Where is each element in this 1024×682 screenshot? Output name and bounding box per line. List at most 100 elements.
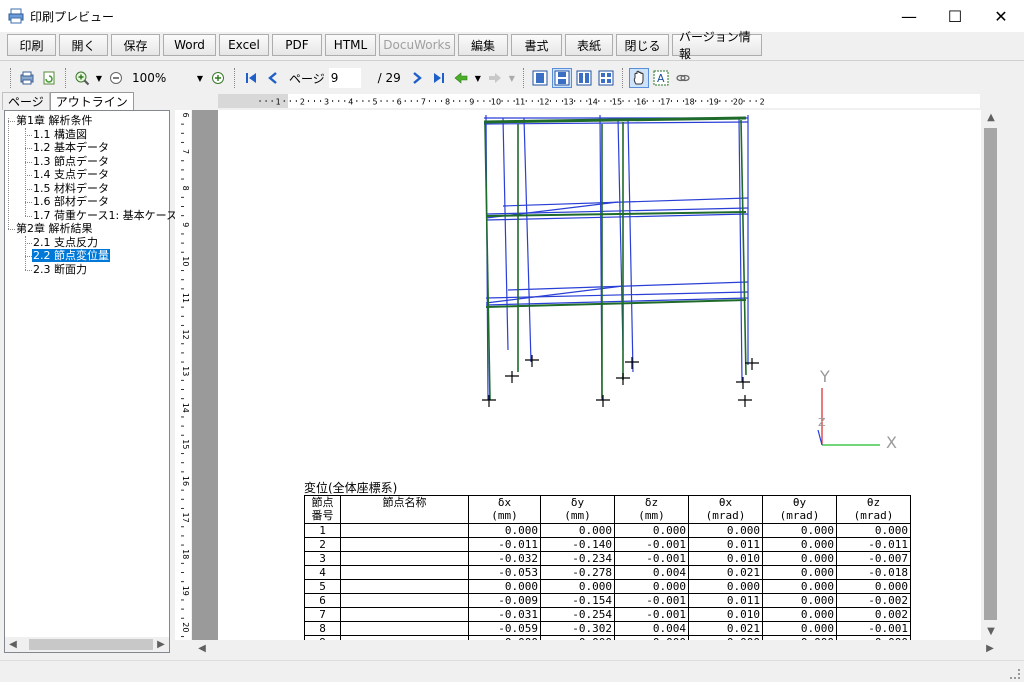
scrollbar-thumb[interactable]: [984, 128, 997, 620]
ruler-tick-label: 16: [181, 476, 190, 486]
zoom-in-circle-icon[interactable]: [208, 68, 228, 88]
forward-dropdown-icon[interactable]: ▼: [507, 68, 517, 88]
toolbar-button-7[interactable]: DocuWorks: [379, 34, 455, 56]
tree-connector: [25, 235, 26, 270]
horizontal-ruler: 1 2 3 4 5 6 7 8 9 10 11 12 13 14 15 16 17 18 19 20 2: [218, 94, 980, 108]
toolbar-button-0[interactable]: 印刷: [7, 34, 56, 56]
back-arrow-icon[interactable]: [451, 68, 471, 88]
zoom-dropdown-icon[interactable]: ▼: [94, 68, 104, 88]
table-cell: 0.000: [762, 607, 837, 622]
toolbar-grip[interactable]: [10, 68, 13, 88]
tree-connector: [25, 202, 32, 203]
table-cell: 0.000: [614, 523, 689, 538]
table-cell: [340, 551, 469, 566]
table-cell: 0.011: [688, 593, 763, 608]
print-setup-icon[interactable]: [17, 68, 37, 88]
scroll-left-icon[interactable]: ◀: [5, 637, 21, 652]
single-page-view-icon[interactable]: [530, 68, 550, 88]
scroll-left-icon[interactable]: ◀: [194, 641, 210, 656]
table-cell: 0.000: [614, 579, 689, 594]
next-page-icon[interactable]: [407, 68, 427, 88]
column-header-unit: (mm): [491, 509, 518, 522]
maximize-button[interactable]: ☐: [932, 0, 978, 32]
close-button[interactable]: ✕: [978, 0, 1024, 32]
table-cell: 0.000: [540, 523, 615, 538]
tree-item[interactable]: 2.1 支点反力: [32, 236, 99, 249]
toolbar-button-8[interactable]: 編集: [458, 34, 508, 56]
tree-item[interactable]: 1.4 支点データ: [32, 168, 110, 181]
hand-tool-icon[interactable]: [628, 68, 649, 88]
toolbar-button-1[interactable]: 開く: [59, 34, 108, 56]
tree-item[interactable]: 1.6 部材データ: [32, 195, 110, 208]
table-cell: -0.278: [540, 565, 615, 580]
tree-item[interactable]: 2.2 節点変位量: [32, 249, 110, 262]
column-header-top: θy: [792, 496, 807, 509]
page-number-input[interactable]: 9: [328, 68, 361, 88]
column-header: 節点名称: [340, 495, 469, 524]
ruler-tick-label: 4: [348, 98, 353, 107]
toolbar-button-5[interactable]: PDF: [272, 34, 322, 56]
resize-grip[interactable]: [1010, 669, 1020, 679]
table-cell: 7: [304, 607, 341, 622]
back-dropdown-icon[interactable]: ▼: [473, 68, 483, 88]
column-header: 節点 番号: [304, 495, 341, 524]
scrollbar-thumb[interactable]: [29, 639, 153, 650]
tree-item[interactable]: 1.1 構造図: [32, 128, 88, 141]
toolbar-grip[interactable]: [234, 68, 237, 88]
toolbar-grip[interactable]: [621, 68, 625, 88]
table-cell: 2: [304, 537, 341, 552]
outline-horizontal-scrollbar[interactable]: ◀ ▶: [5, 637, 169, 652]
column-header-top: δy: [570, 496, 585, 509]
ruler-tick-label: 20: [733, 98, 743, 107]
toolbar-button-9[interactable]: 書式: [511, 34, 562, 56]
zoom-level-select[interactable]: 100%: [128, 68, 184, 88]
table-cell: -0.002: [836, 593, 911, 608]
toolbar-button-10[interactable]: 表紙: [565, 34, 613, 56]
table-cell: [340, 621, 469, 636]
link-icon[interactable]: [673, 68, 693, 88]
tree-item[interactable]: 1.7 荷重ケース1: 基本ケース: [32, 209, 178, 222]
preview-area[interactable]: Y Z X 変位(全体座標系) 節点 番号 節点名称 δx (mm) δy (mm) δz (m…: [192, 110, 981, 640]
table-row: 2 -0.011 -0.140 -0.001 0.011 0.000 -0.011: [304, 537, 911, 552]
zoom-out-icon[interactable]: [106, 68, 126, 88]
toolbar-button-2[interactable]: 保存: [111, 34, 160, 56]
preview-vertical-scrollbar[interactable]: ▲ ▼: [981, 110, 1000, 640]
tree-chapter[interactable]: 第2章 解析結果: [15, 222, 94, 235]
tree-chapter[interactable]: 第1章 解析条件: [15, 114, 94, 127]
tab-outline[interactable]: アウトライン: [49, 92, 134, 110]
two-page-view-icon[interactable]: [574, 68, 594, 88]
ruler-tick-label: 18: [685, 98, 695, 107]
toolbar-grip[interactable]: [522, 68, 526, 88]
forward-arrow-icon[interactable]: [485, 68, 505, 88]
first-page-icon[interactable]: [241, 68, 261, 88]
zoom-in-icon[interactable]: [72, 68, 92, 88]
multi-page-view-icon[interactable]: [596, 68, 616, 88]
text-select-icon[interactable]: A: [651, 68, 671, 88]
previous-page-icon[interactable]: [263, 68, 283, 88]
tree-item[interactable]: 1.3 節点データ: [32, 155, 110, 168]
ruler-tick-label: 12: [181, 330, 190, 340]
minimize-button[interactable]: —: [886, 0, 932, 32]
scroll-right-icon[interactable]: ▶: [982, 641, 998, 656]
tree-item[interactable]: 2.3 断面力: [32, 263, 88, 276]
scroll-right-icon[interactable]: ▶: [153, 637, 169, 652]
scroll-up-icon[interactable]: ▲: [983, 110, 999, 125]
tab-pages[interactable]: ページ: [2, 92, 50, 110]
ruler-tick-label: 9: [469, 98, 474, 107]
table-cell: 0.002: [836, 607, 911, 622]
scroll-down-icon[interactable]: ▼: [983, 624, 999, 639]
refresh-icon[interactable]: [39, 68, 59, 88]
toolbar-grip[interactable]: [65, 68, 68, 88]
tree-item[interactable]: 1.2 基本データ: [32, 141, 110, 154]
toolbar-button-12[interactable]: バージョン情報: [672, 30, 762, 61]
chevron-down-icon[interactable]: ▼: [194, 68, 206, 88]
toolbar-button-4[interactable]: Excel: [219, 34, 269, 56]
toolbar-button-3[interactable]: Word: [163, 34, 216, 56]
continuous-view-icon[interactable]: [551, 68, 572, 88]
preview-horizontal-scrollbar[interactable]: ◀ ▶: [192, 640, 1000, 657]
toolbar-button-6[interactable]: HTML: [325, 34, 376, 56]
tree-item[interactable]: 1.5 材料データ: [32, 182, 110, 195]
toolbar-button-11[interactable]: 閉じる: [616, 34, 669, 56]
table-row: 4 -0.053 -0.278 0.004 0.021 0.000 -0.018: [304, 565, 911, 580]
last-page-icon[interactable]: [429, 68, 449, 88]
